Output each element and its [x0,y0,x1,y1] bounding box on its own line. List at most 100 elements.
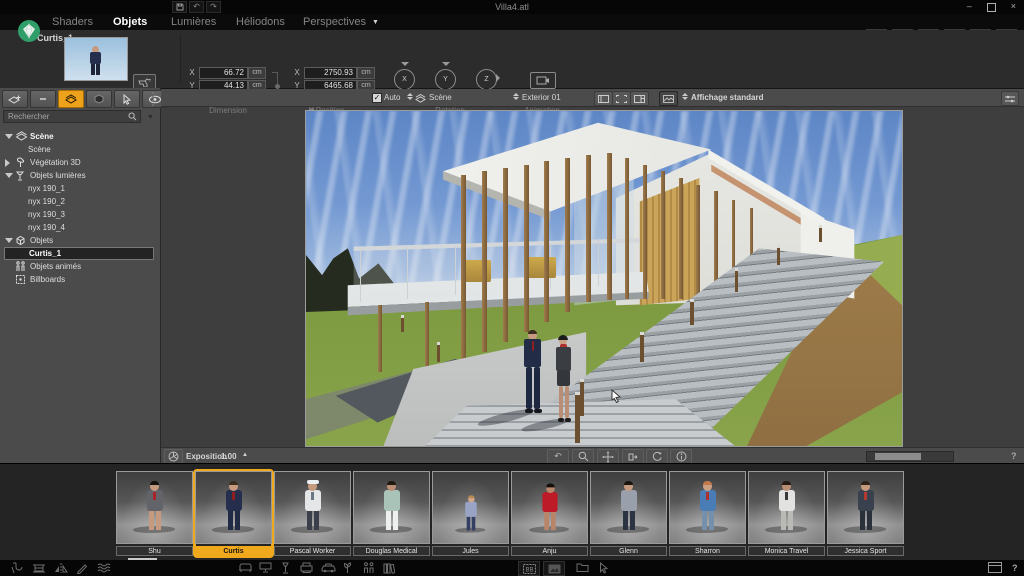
remove-layer-button[interactable] [30,90,56,108]
tab-objets[interactable]: Objets [113,16,147,28]
camera-select-arrows-icon[interactable] [512,93,519,100]
layers-button[interactable] [58,90,84,108]
waves-icon[interactable] [97,562,112,574]
tab-heliodons[interactable]: Héliodons [236,16,285,28]
info-button[interactable] [670,449,692,464]
dim-x-input[interactable]: 66.72 [199,67,248,79]
catalog-item-sharron[interactable]: Sharron [669,471,746,556]
tree-item-objets-lumieres[interactable]: Objets lumières [0,169,158,182]
catalog-item-label: Anju [511,546,588,556]
search-input[interactable] [3,110,141,123]
zoom-tool-button[interactable] [572,449,594,464]
render-viewport[interactable] [305,110,903,447]
trolley-icon[interactable] [32,562,46,574]
close-button[interactable]: × [1011,1,1016,12]
hook-icon[interactable] [10,562,23,574]
catalog-item-jules[interactable]: Jules [432,471,509,556]
minimize-button[interactable]: – [967,1,972,12]
tree-item-curtis-1[interactable]: Curtis_1 [4,247,154,260]
exposition-stepper-icon[interactable]: ▲ [242,452,248,458]
catalog-item-douglas-medical[interactable]: Douglas Medical [353,471,430,556]
catalog-item-label: Monica Travel [748,546,825,556]
tab-perspectives[interactable]: Perspectives▼ [303,16,379,28]
tree-item-scene-child[interactable]: Scène [0,143,158,156]
tab-shaders[interactable]: Shaders [52,16,93,28]
catalog-item-label: Curtis [195,546,272,556]
viewport-display-mode-button[interactable] [659,91,678,106]
tree-item-objets-animes[interactable]: Objets animés [0,260,158,273]
titlebar: ↶ ↷ Villa4.atl – × [0,0,1024,14]
catalog-item-curtis[interactable]: Curtis [195,471,272,556]
catalog-item-shu[interactable]: Shu [116,471,193,556]
rotation-x-dial[interactable]: X [394,69,415,90]
scene-select[interactable]: Scène [429,93,452,102]
add-layer-button[interactable] [2,90,28,108]
pos-x-input[interactable]: 2750.93 [304,67,357,79]
panel-grip[interactable] [152,92,154,106]
catalog-item-label: Glenn [590,546,667,556]
people-icon[interactable] [362,562,375,574]
screen-icon[interactable] [259,562,272,573]
tree-item-vegetation[interactable]: Végétation 3D [0,156,158,169]
cube-icon [15,235,26,246]
animation-button[interactable] [530,72,556,89]
pos-x-unit: cm [357,67,375,79]
car-icon[interactable] [321,562,336,573]
rotation-y-dial[interactable]: Y [435,69,456,90]
tree-item-billboards[interactable]: Billboards [0,273,158,286]
catalog-item-monica-travel[interactable]: Monica Travel [748,471,825,556]
tree-item-scene[interactable]: Scène [0,130,158,143]
scene-select-arrows-icon[interactable] [406,93,413,100]
viewport-help-link[interactable]: ? [1011,451,1017,461]
media-category-button[interactable] [543,561,565,576]
catalog-item-glenn[interactable]: Glenn [590,471,667,556]
window-title: Villa4.atl [0,2,1024,12]
tab-lumieres[interactable]: Lumières [171,16,216,28]
undo-view-button[interactable]: ↶ [547,449,569,464]
viewport-layout-single-button[interactable] [594,91,613,106]
exposition-value[interactable]: 1.00 [221,452,237,461]
artlantis-window: ↶ ↷ Villa4.atl – × Shaders Objets Lumièr… [0,0,1024,576]
tree-item-nyx-190-1[interactable]: nyx 190_1 [0,182,158,195]
tree-item-nyx-190-4[interactable]: nyx 190_4 [0,221,158,234]
search-filter-caret-icon[interactable]: ▼ [147,114,154,121]
cursor-icon[interactable] [599,562,609,574]
mirror-icon[interactable] [54,562,68,574]
render-bollard [401,315,404,332]
sofa-icon[interactable] [238,562,253,573]
viewport-hscrollbar[interactable] [866,451,954,462]
tree-item-nyx-190-2[interactable]: nyx 190_2 [0,195,158,208]
folder-icon[interactable] [576,562,589,573]
pan-tool-button[interactable] [597,449,619,464]
catalog-item-anju[interactable]: Anju [511,471,588,556]
refresh-button[interactable] [646,449,668,464]
scrollbar-thumb[interactable] [875,453,921,460]
printer-icon[interactable] [300,562,313,573]
catalog-item-jessica-sport[interactable]: Jessica Sport [827,471,904,556]
maximize-button[interactable] [987,3,996,12]
tree-item-nyx-190-3[interactable]: nyx 190_3 [0,208,158,221]
camera-select[interactable]: Exterior 01 [522,93,561,102]
display-select[interactable]: Affichage standard [691,93,763,102]
catalog-item-pascal-worker[interactable]: Pascal Worker [274,471,351,556]
catalog-category-bar: BB ? [0,560,1024,576]
auto-checkbox[interactable]: ✓ [372,93,382,103]
select-tool-button[interactable] [114,90,140,108]
plant-icon[interactable] [342,562,353,574]
tree-item-objets[interactable]: Objets [0,234,158,247]
viewport-layout-expand-button[interactable] [612,91,631,106]
books-icon[interactable] [383,562,395,574]
panel-icon[interactable] [988,562,1002,573]
pen-icon[interactable] [76,562,88,574]
taskbar-help-link[interactable]: ? [1012,563,1018,573]
rotation-z-dial[interactable]: Z [476,69,497,90]
walk-tool-button[interactable] [622,449,644,464]
viewport-layout-split-button[interactable] [630,91,649,106]
viewport-settings-button[interactable] [1001,91,1019,106]
solid-view-button[interactable] [86,90,112,108]
exposure-settings-button[interactable] [164,449,183,464]
render-bollard [777,245,780,265]
display-select-arrows-icon[interactable] [681,93,688,100]
billboards-category-button[interactable]: BB [518,561,540,576]
floorlamp-icon[interactable] [280,562,291,574]
